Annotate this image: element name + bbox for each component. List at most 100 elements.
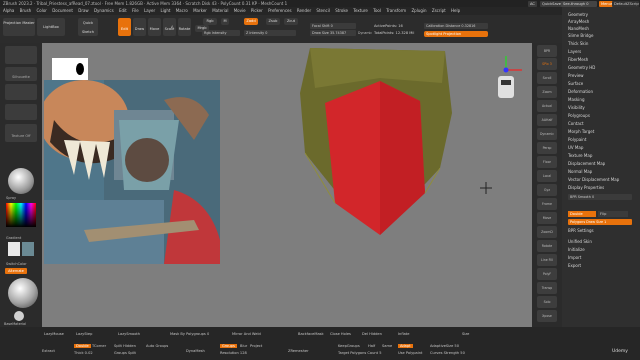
lightbox-button[interactable]: LightBox	[37, 18, 65, 36]
scroll-button[interactable]: Scroll	[537, 72, 557, 84]
menu-item[interactable]: Macro	[176, 8, 188, 13]
menu-item[interactable]: Zplugin	[411, 8, 426, 13]
rgb-intensity-slider[interactable]: Rgb Intensity	[202, 30, 240, 36]
local-button[interactable]: Local	[537, 170, 557, 182]
tray-item-layers[interactable]: Layers	[568, 48, 581, 55]
tray-item-preview[interactable]: Preview	[568, 72, 584, 79]
half-button[interactable]: Half	[368, 344, 375, 348]
menu-item[interactable]: Stroke	[335, 8, 348, 13]
zoomd-button[interactable]: ZoomD	[537, 226, 557, 238]
menu-item[interactable]: Dynamics	[94, 8, 114, 13]
menu-item[interactable]: Render	[297, 8, 311, 13]
menu-item[interactable]: Transform	[386, 8, 406, 13]
main-color-swatch[interactable]	[8, 242, 20, 256]
material-sphere[interactable]	[8, 168, 34, 194]
tray-item-contact[interactable]: Contact	[568, 120, 584, 127]
tray-item-display-properties[interactable]: Display Properties	[568, 184, 604, 191]
move-button[interactable]: Move	[148, 18, 161, 36]
menu-item[interactable]: Material	[212, 8, 228, 13]
rotate-view-button[interactable]: Rotate	[537, 240, 557, 252]
curves-strength-slider[interactable]: Curves Strength 50	[430, 351, 465, 355]
tray-item-polypaint[interactable]: Polypaint	[568, 136, 586, 143]
backface-mask-button[interactable]: BackfaceMask	[298, 332, 324, 336]
tray-item-normal-map[interactable]: Normal Map	[568, 168, 592, 175]
gyz-button[interactable]: Gyz	[537, 184, 557, 196]
menu-item[interactable]: File	[132, 8, 139, 13]
menu-item[interactable]: Light	[160, 8, 170, 13]
adaptive-size-slider[interactable]: AdaptiveSize 50	[430, 344, 459, 348]
tray-item-fibermesh[interactable]: FiberMesh	[568, 56, 588, 63]
menu-item[interactable]: Preferences	[268, 8, 292, 13]
bpr-smooth-slider[interactable]: BPR Smooth 0	[568, 194, 632, 200]
xpose-button[interactable]: Xpose	[537, 310, 557, 322]
alternate-button[interactable]: Alternate	[5, 268, 27, 274]
tray-item-surface[interactable]: Surface	[568, 80, 583, 87]
zoom-button[interactable]: Zoom	[537, 86, 557, 98]
menu-item[interactable]: Tool	[373, 8, 381, 13]
secondary-color-swatch[interactable]	[22, 242, 34, 256]
stroke-thumbnail[interactable]	[5, 84, 37, 100]
same-button[interactable]: Same	[382, 344, 392, 348]
tray-item-unified-skin[interactable]: Unified Skin	[568, 238, 592, 245]
inflate-slider[interactable]: Inflate	[398, 332, 409, 336]
tray-item-geometry[interactable]: Geometry	[568, 11, 588, 18]
lazy-smooth-slider[interactable]: LazySmooth	[118, 332, 140, 336]
spotlight-projection-button[interactable]: Spotlight Projection	[424, 31, 488, 37]
tray-item-texture-map[interactable]: Texture Map	[568, 152, 592, 159]
tray-item-uv-map[interactable]: UV Map	[568, 144, 583, 151]
tray-item-morph-target[interactable]: Morph Target	[568, 128, 594, 135]
tray-item-bpr-settings[interactable]: BPR Settings	[568, 227, 594, 234]
menu-item[interactable]: Document	[52, 8, 73, 13]
double-button[interactable]: Double	[74, 344, 91, 348]
del-hidden-button[interactable]: Del Hidden	[362, 332, 382, 336]
tray-item-polygroups[interactable]: Polygroups	[568, 112, 590, 119]
menu-item[interactable]: Movie	[234, 8, 246, 13]
silhouette-thumbnail[interactable]: Silhouette	[5, 67, 37, 81]
lazy-mouse-button[interactable]: LazyMouse	[44, 332, 64, 336]
blur-slider[interactable]: Blur	[240, 344, 247, 348]
line-fill-button[interactable]: Line Fill	[537, 254, 557, 266]
dynamic-toggle[interactable]: Dynamic	[358, 31, 372, 35]
mask-by-polygroups-slider[interactable]: Mask By Polygroups 0	[170, 332, 209, 336]
lazy-step-slider[interactable]: LazyStep	[76, 332, 92, 336]
focal-shift-slider[interactable]: Focal Shift 0	[310, 23, 356, 29]
actual-button[interactable]: Actual	[537, 100, 557, 112]
menu-item[interactable]: Color	[36, 8, 46, 13]
menu-item[interactable]: Stencil	[316, 8, 330, 13]
bpr-button[interactable]: BPR	[537, 45, 557, 57]
transp-button[interactable]: Transp	[537, 282, 557, 294]
tray-item-initialize[interactable]: Initialize	[568, 246, 585, 253]
base-material-sphere[interactable]	[8, 278, 38, 308]
size-slider[interactable]: Size	[462, 332, 469, 336]
calibration-distance-slider[interactable]: Calibration Distance 0.32816	[424, 23, 488, 29]
use-polypaint-toggle[interactable]: Use Polypaint	[398, 351, 422, 355]
z-intensity-slider[interactable]: Z Intensity 0	[244, 30, 296, 36]
menu-item[interactable]: Brush	[20, 8, 32, 13]
menu-item[interactable]: Texture	[353, 8, 368, 13]
frame-button[interactable]: Frame	[537, 198, 557, 210]
menu-item[interactable]: Picker	[251, 8, 263, 13]
tray-item-slime-bridge[interactable]: Slime Bridge	[568, 32, 593, 39]
scale-button[interactable]: Scale	[163, 18, 176, 36]
adapt-toggle[interactable]: Adapt	[398, 344, 413, 348]
rotate-button[interactable]: Rotate	[178, 18, 191, 36]
flip-toggle[interactable]: Flip	[598, 211, 628, 217]
floor-button[interactable]: Floor	[537, 156, 557, 168]
projection-master-button[interactable]: Projection Master	[3, 18, 35, 36]
alpha-thumbnail[interactable]	[5, 104, 37, 120]
brush-thumbnail[interactable]	[5, 46, 37, 64]
tray-item-deformation[interactable]: Deformation	[568, 88, 593, 95]
extract-button[interactable]: Extract	[42, 349, 55, 353]
spix-button[interactable]: SPix 3	[537, 58, 557, 70]
draw-size-slider[interactable]: Draw Size 35.74387	[310, 30, 356, 36]
polyf-button[interactable]: PolyF	[537, 268, 557, 280]
aahalf-button[interactable]: AAHalf	[537, 114, 557, 126]
mirror-and-weld-button[interactable]: Mirror And Weld	[232, 332, 261, 336]
menu-item[interactable]: Layer	[144, 8, 155, 13]
color-picker[interactable]	[6, 203, 36, 227]
dynamesh-button[interactable]: DynaMesh	[186, 349, 205, 353]
double-toggle[interactable]: Double	[568, 211, 596, 217]
auto-groups-button[interactable]: Auto Groups	[146, 344, 168, 348]
menu-item[interactable]: Alpha	[3, 8, 14, 13]
split-hidden-button[interactable]: Split Hidden	[114, 344, 136, 348]
